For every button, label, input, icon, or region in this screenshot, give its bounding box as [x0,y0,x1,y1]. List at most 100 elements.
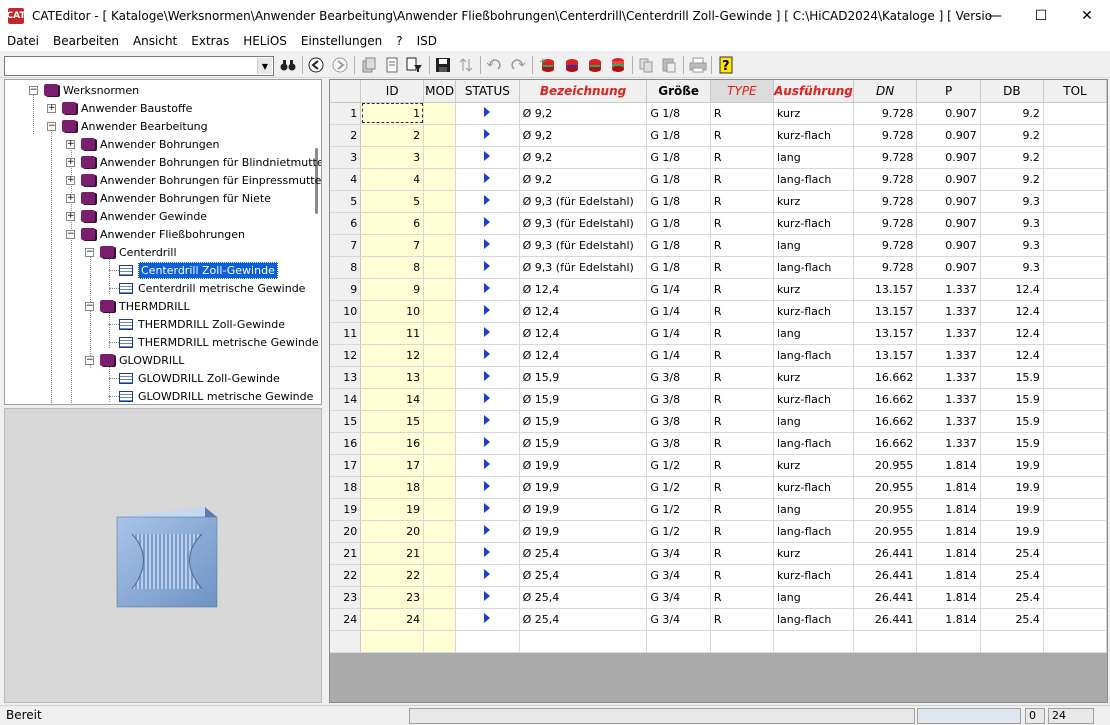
bezeichnung-cell[interactable]: Ø 19,9 [519,520,648,543]
ausfuehrung-cell[interactable]: kurz [773,454,854,477]
table-row[interactable]: 24 24 Ø 25,4 G 3/4 Rlang-flach 26.441 1.814 25.… [330,608,1107,631]
mod-cell[interactable] [423,234,457,257]
tol-cell[interactable] [1043,190,1107,213]
table-row[interactable]: 15 15 Ø 15,9 G 3/8 Rlang 16.662 1.337 15.9 [330,410,1107,433]
tol-cell[interactable] [1043,212,1107,235]
p-cell[interactable]: 0.907 [916,102,981,125]
db-cell[interactable]: 9.2 [980,102,1044,125]
bezeichnung-cell[interactable]: Ø 15,9 [519,410,648,433]
dn-cell[interactable]: 26.441 [853,586,918,609]
db-cell[interactable]: 19.9 [980,498,1044,521]
mod-cell[interactable] [423,476,457,499]
tree-item-thermdrill-zoll[interactable]: THERMDRILL Zoll-Gewinde [119,315,285,333]
groesse-cell[interactable]: G 3/8 [646,388,711,411]
db-star-icon[interactable] [585,55,605,75]
tree-item-thermdrill-metrisch[interactable]: THERMDRILL metrische Gewinde [119,333,319,351]
id-cell[interactable]: 4 [360,168,425,191]
type-cell[interactable]: R [710,454,774,477]
type-cell[interactable]: R [710,102,774,125]
db-cell[interactable]: 19.9 [980,476,1044,499]
back-icon[interactable] [306,55,326,75]
dn-cell[interactable]: 9.728 [853,190,918,213]
groesse-cell[interactable]: G 1/2 [646,498,711,521]
type-cell[interactable]: R [710,212,774,235]
db-cell[interactable]: 19.9 [980,520,1044,543]
groesse-cell[interactable]: G 1/8 [646,190,711,213]
p-cell[interactable]: 0.907 [916,190,981,213]
menu-extras[interactable]: Extras [184,31,236,51]
type-cell[interactable]: R [710,520,774,543]
empty-cell[interactable] [1043,630,1107,653]
empty-cell[interactable] [773,630,854,653]
p-cell[interactable]: 1.814 [916,564,981,587]
tree-item-glowdrill-zoll[interactable]: GLOWDRILL Zoll-Gewinde [119,369,280,387]
tol-cell[interactable] [1043,498,1107,521]
collapse-icon[interactable]: − [66,229,75,239]
groesse-cell[interactable]: G 3/4 [646,542,711,565]
table-row[interactable]: 33 Ø 9,2 G 1/8 Rlang 9.728 0.907 9.2 [330,146,1107,169]
empty-cell[interactable] [710,630,774,653]
tol-cell[interactable] [1043,542,1107,565]
status-cell[interactable] [455,190,520,213]
type-cell[interactable]: R [710,608,774,631]
dn-cell[interactable]: 20.955 [853,454,918,477]
id-cell[interactable]: 9 [360,278,425,301]
collapse-icon[interactable]: − [47,121,56,131]
p-cell[interactable]: 1.337 [916,300,981,323]
add-db-icon[interactable]: + [538,55,558,75]
status-cell[interactable] [455,564,520,587]
groesse-cell[interactable]: G 1/4 [646,322,711,345]
menu-ansicht[interactable]: Ansicht [126,31,184,51]
p-cell[interactable]: 1.814 [916,498,981,521]
db-cell[interactable]: 25.4 [980,608,1044,631]
mod-cell[interactable] [423,102,457,125]
bezeichnung-cell[interactable]: Ø 15,9 [519,432,648,455]
p-cell[interactable]: 1.814 [916,608,981,631]
type-cell[interactable]: R [710,410,774,433]
ausfuehrung-cell[interactable]: lang [773,234,854,257]
status-cell[interactable] [455,366,520,389]
ausfuehrung-cell[interactable]: kurz [773,102,854,125]
tol-cell[interactable] [1043,300,1107,323]
id-cell[interactable]: 21 [360,542,425,565]
mod-cell[interactable] [423,212,457,235]
col-header-dn[interactable]: DN [853,80,918,103]
filter-icon[interactable] [405,55,425,75]
db-cell[interactable]: 9.3 [980,256,1044,279]
p-cell[interactable]: 0.907 [916,256,981,279]
ausfuehrung-cell[interactable]: kurz [773,366,854,389]
id-cell[interactable]: 18 [360,476,425,499]
id-cell[interactable]: 13 [360,366,425,389]
status-cell[interactable] [455,608,520,631]
status-cell[interactable] [455,542,520,565]
tol-cell[interactable] [1043,476,1107,499]
bezeichnung-cell[interactable]: Ø 25,4 [519,608,648,631]
table-row[interactable]: 20 20 Ø 19,9 G 1/2 Rlang-flach 20.955 1.814 19.… [330,520,1107,543]
table-row[interactable]: 44 Ø 9,2 G 1/8 Rlang-flach 9.728 0.907 9.2 [330,168,1107,191]
mod-cell[interactable] [423,278,457,301]
expand-icon[interactable]: + [66,193,75,203]
tol-cell[interactable] [1043,564,1107,587]
p-cell[interactable]: 1.814 [916,476,981,499]
groesse-cell[interactable]: G 1/8 [646,168,711,191]
dn-cell[interactable]: 20.955 [853,476,918,499]
db-cell[interactable]: 25.4 [980,564,1044,587]
minimize-button[interactable]: — [972,0,1018,31]
p-cell[interactable]: 1.814 [916,454,981,477]
tol-cell[interactable] [1043,586,1107,609]
help-icon[interactable]: ? [716,55,736,75]
table-row[interactable]: 66Ø 9,3 (für Edelstahl) G 1/8 Rkurz-flach 9… [330,212,1107,235]
table-row[interactable]: 23 23 Ø 25,4 G 3/4 Rlang 26.441 1.814 25.4 [330,586,1107,609]
search-combo[interactable]: ▼ [4,56,274,76]
groesse-cell[interactable]: G 1/8 [646,146,711,169]
status-cell[interactable] [455,454,520,477]
status-cell[interactable] [455,102,520,125]
forward-icon[interactable] [330,55,350,75]
p-cell[interactable]: 1.337 [916,366,981,389]
status-cell[interactable] [455,520,520,543]
bezeichnung-cell[interactable]: Ø 15,9 [519,388,648,411]
empty-cell[interactable] [423,630,457,653]
bezeichnung-cell[interactable]: Ø 9,2 [519,168,648,191]
groesse-cell[interactable]: G 1/8 [646,212,711,235]
type-cell[interactable]: R [710,146,774,169]
